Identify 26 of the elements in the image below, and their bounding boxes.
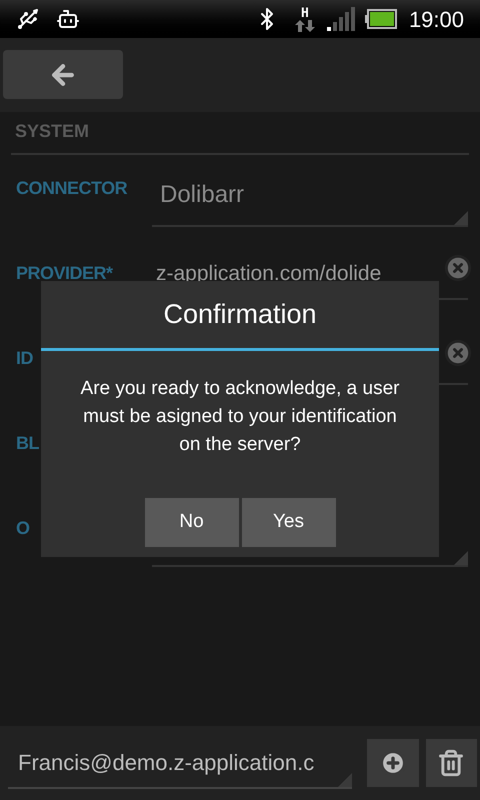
clear-icon[interactable] [444,254,472,282]
add-button[interactable] [367,739,419,787]
signal-icon [326,7,357,31]
network-type: H [301,6,309,20]
usb-icon [16,7,40,31]
dropdown-field[interactable]: Dolibarr [152,165,468,227]
field-label: BL [16,432,39,455]
dialog-message: Are you ready to acknowledge, a user must be asigned to your identification on the server? [80,377,400,457]
data-arrows-icon [294,20,315,32]
field-label: PROVIDER* [16,262,113,285]
dialog-button[interactable]: Yes [242,498,336,547]
clear-icon[interactable] [444,339,472,367]
dropdown-corner-icon [454,211,468,225]
field-label: ID [16,347,33,370]
delete-button[interactable] [426,739,477,787]
field-label: O [16,517,30,540]
trash-icon [437,749,466,777]
dropdown-corner-icon [338,773,352,787]
section-header: SYSTEM [11,118,469,155]
dialog-button[interactable]: No [144,498,238,547]
back-button[interactable] [3,50,123,99]
field-label: CONNECTOR [16,177,128,200]
battery-icon [364,9,397,29]
clock: 19:00 [408,6,464,34]
robot-icon [56,7,80,31]
dialog-title: Confirmation [163,298,317,332]
